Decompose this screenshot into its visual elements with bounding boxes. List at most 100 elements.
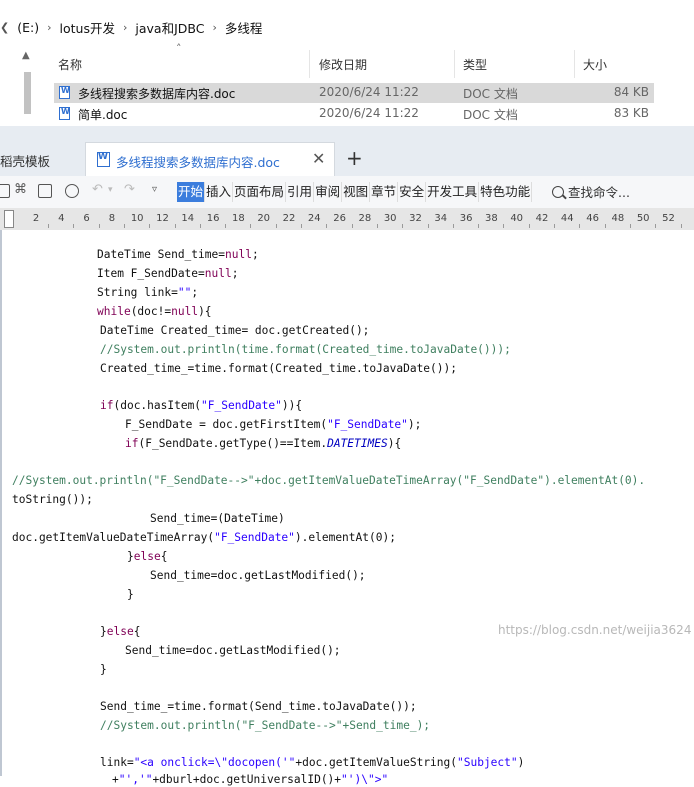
ruler-number: 44 bbox=[560, 213, 574, 224]
breadcrumb: ❮ (E:) › lotus开发 › java和JDBC › 多线程 bbox=[0, 14, 694, 40]
ruler-tick bbox=[579, 224, 581, 228]
word-doc-icon bbox=[59, 86, 70, 99]
scroll-up-arrow[interactable]: ▲ bbox=[22, 50, 30, 61]
document-page[interactable]: DateTime Send_time=null; Item F_SendDate=… bbox=[0, 230, 694, 786]
format-painter-icon[interactable]: ⌘ bbox=[14, 182, 27, 197]
ruler-number: 22 bbox=[282, 213, 296, 224]
ruler-tick bbox=[680, 224, 682, 228]
chevron-right-icon[interactable]: › bbox=[43, 21, 55, 34]
file-size: 84 KB bbox=[613, 85, 649, 99]
menu-review[interactable]: 审阅 bbox=[314, 182, 343, 202]
breadcrumb-drive[interactable]: (E:) bbox=[13, 20, 43, 35]
file-date: 2020/6/24 11:22 bbox=[319, 85, 419, 99]
code-line: Send_time=doc.getLastModified(); bbox=[150, 569, 366, 582]
ruler-tick bbox=[452, 224, 454, 228]
undo-dropdown-icon[interactable]: ▾ bbox=[108, 185, 113, 195]
menu-developer-tools[interactable]: 开发工具 bbox=[426, 182, 480, 202]
tab-document[interactable]: 多线程搜索多数据库内容.doc ✕ bbox=[85, 142, 335, 176]
search-command-label: 查找命令... bbox=[568, 185, 630, 200]
code-line: doc.getItemValueDateTimeArray("F_SendDat… bbox=[12, 531, 396, 544]
ruler-number: 18 bbox=[232, 213, 245, 224]
ruler-number: 42 bbox=[535, 213, 549, 224]
code-line: Send_time_=time.format(Send_time.toJavaD… bbox=[100, 700, 417, 713]
file-list-header: 名称 修改日期 类型 大小 bbox=[54, 50, 654, 78]
scrollbar-thumb[interactable] bbox=[24, 72, 31, 114]
preview-search-icon[interactable] bbox=[65, 184, 79, 198]
breadcrumb-multithread[interactable]: 多线程 bbox=[221, 18, 267, 37]
ruler-number: 4 bbox=[58, 213, 65, 224]
code-line: }else{ bbox=[127, 550, 168, 563]
close-tab-icon[interactable]: ✕ bbox=[312, 149, 325, 168]
breadcrumb-lotus[interactable]: lotus开发 bbox=[56, 18, 119, 37]
ruler-tick bbox=[123, 224, 125, 228]
code-line: while(doc!=null){ bbox=[97, 305, 212, 318]
redo-icon[interactable]: ↷ bbox=[124, 182, 135, 197]
ruler-number: 34 bbox=[434, 213, 448, 224]
file-explorer: ❮ (E:) › lotus开发 › java和JDBC › 多线程 ˄ ▲ 名… bbox=[0, 0, 694, 126]
code-line: link="<a onclick=\"docopen('"+doc.getIte… bbox=[100, 756, 525, 769]
ruler-number: 50 bbox=[636, 213, 650, 224]
print-icon[interactable] bbox=[0, 184, 10, 198]
ruler-tick bbox=[326, 224, 328, 228]
chevron-right-icon[interactable]: › bbox=[119, 21, 131, 34]
menu-start[interactable]: 开始 bbox=[177, 182, 206, 202]
print-preview-icon[interactable] bbox=[38, 184, 52, 198]
menu-page-layout[interactable]: 页面布局 bbox=[233, 182, 287, 202]
file-row[interactable]: 多线程搜索多数据库内容.doc 2020/6/24 11:22 DOC 文档 8… bbox=[54, 83, 654, 103]
wps-writer-icon bbox=[97, 152, 110, 167]
column-divider[interactable] bbox=[309, 50, 310, 78]
ruler-number: 16 bbox=[206, 213, 220, 224]
code-line: DateTime Send_time=null; bbox=[97, 248, 259, 261]
ruler-tick bbox=[554, 224, 555, 228]
page-edge bbox=[0, 230, 2, 776]
code-line: if(doc.hasItem("F_SendDate")){ bbox=[100, 399, 303, 412]
new-tab-button[interactable]: + bbox=[346, 146, 363, 170]
code-line: Send_time=(DateTime) bbox=[150, 512, 285, 525]
ruler-number: 24 bbox=[307, 213, 321, 224]
ruler-number: 30 bbox=[383, 213, 397, 224]
column-divider[interactable] bbox=[454, 50, 455, 78]
tab-template-label: 稻壳模板 bbox=[0, 154, 51, 169]
menu-chapter[interactable]: 章节 bbox=[370, 182, 399, 202]
menu-view[interactable]: 视图 bbox=[342, 182, 371, 202]
column-type[interactable]: 类型 bbox=[463, 56, 487, 73]
ruler-number: 8 bbox=[108, 213, 116, 224]
ruler-number: 20 bbox=[257, 213, 271, 224]
ruler-number: 32 bbox=[409, 213, 422, 224]
ruler-number: 46 bbox=[586, 213, 599, 224]
code-line: DateTime Created_time= doc.getCreated(); bbox=[100, 324, 370, 337]
menu-special-features[interactable]: 特色功能 bbox=[479, 182, 533, 202]
quick-access-dropdown-icon[interactable]: ▿ bbox=[152, 184, 157, 195]
file-name: 简单.doc bbox=[78, 108, 128, 122]
menu-insert[interactable]: 插入 bbox=[205, 182, 234, 202]
indent-marker[interactable] bbox=[4, 210, 14, 228]
ruler-tick bbox=[275, 224, 277, 228]
column-size[interactable]: 大小 bbox=[583, 56, 607, 73]
ruler-tick bbox=[604, 224, 606, 228]
menu-security[interactable]: 安全 bbox=[398, 182, 427, 202]
word-doc-icon bbox=[59, 107, 70, 120]
menu-references[interactable]: 引用 bbox=[286, 182, 315, 202]
file-name: 多线程搜索多数据库内容.doc bbox=[78, 87, 236, 101]
code-line: Created_time_=time.format(Created_time.t… bbox=[100, 362, 457, 375]
ruler-tick bbox=[629, 224, 631, 228]
ruler-number: 2 bbox=[32, 213, 40, 224]
search-command[interactable]: 查找命令... bbox=[552, 182, 630, 201]
column-name[interactable]: 名称 bbox=[58, 56, 82, 73]
column-date[interactable]: 修改日期 bbox=[319, 56, 367, 73]
column-divider[interactable] bbox=[574, 50, 575, 78]
ruler-tick bbox=[73, 224, 75, 228]
search-icon bbox=[552, 186, 564, 198]
chevron-right-icon[interactable]: › bbox=[208, 21, 220, 34]
file-row[interactable]: 简单.doc 2020/6/24 11:22 DOC 文档 83 KB bbox=[54, 104, 654, 124]
ruler-tick bbox=[301, 224, 302, 228]
breadcrumb-java-jdbc[interactable]: java和JDBC bbox=[131, 18, 208, 37]
undo-icon[interactable]: ↶ bbox=[92, 182, 103, 197]
horizontal-ruler[interactable]: 2 4 6 8 10 12 14 16 18 20 22 24 26 28 30 32 34 36 38 40 42 44… bbox=[0, 208, 694, 231]
code-line: if(F_SendDate.getType()==Item.DATETIMES)… bbox=[125, 437, 402, 450]
ruler-number: 40 bbox=[510, 213, 524, 224]
ruler-tick bbox=[225, 224, 227, 228]
ruler-number: 12 bbox=[156, 213, 169, 224]
code-line: +"','"+dburl+doc.getUniversalID()+"')\">… bbox=[112, 773, 389, 786]
ruler-tick bbox=[402, 224, 404, 228]
